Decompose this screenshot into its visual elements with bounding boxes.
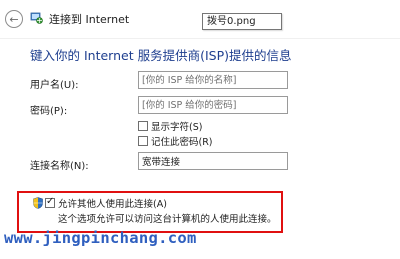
- allow-others-description: 这个选项允许可以访问这台计算机的人使用此连接。: [58, 214, 277, 225]
- uac-shield-icon: [33, 197, 43, 209]
- back-button[interactable]: ←: [5, 10, 23, 28]
- connection-name-label: 连接名称(N):: [30, 161, 89, 172]
- allow-others-label: 允许其他人使用此连接(A): [58, 199, 167, 210]
- username-input[interactable]: [138, 71, 288, 89]
- show-chars-checkbox-row[interactable]: 显示字符(S): [138, 119, 203, 133]
- allow-others-checkbox-row[interactable]: 允许其他人使用此连接(A): [45, 196, 167, 210]
- file-tooltip: 拨号0.png: [202, 13, 282, 30]
- password-label: 密码(P):: [30, 106, 68, 117]
- show-chars-checkbox[interactable]: [138, 120, 148, 131]
- site-watermark: www.jingpinchang.com: [4, 229, 197, 247]
- password-input[interactable]: [138, 96, 288, 114]
- remember-password-checkbox-row[interactable]: 记住此密码(R): [138, 134, 213, 148]
- network-icon: [30, 12, 43, 24]
- window-title: 连接到 Internet: [49, 13, 130, 26]
- remember-password-label: 记住此密码(R): [151, 136, 213, 148]
- username-label: 用户名(U):: [30, 80, 79, 91]
- remember-password-checkbox[interactable]: [138, 135, 148, 146]
- allow-others-checkbox[interactable]: [45, 196, 55, 208]
- page-heading: 键入你的 Internet 服务提供商(ISP)提供的信息: [30, 48, 292, 63]
- title-bar: ← 连接到 Internet 拨号0.png: [0, 0, 400, 38]
- title-divider: [0, 38, 400, 39]
- connection-name-input[interactable]: [138, 152, 288, 170]
- back-arrow-icon: ←: [9, 12, 19, 26]
- show-chars-label: 显示字符(S): [151, 121, 203, 133]
